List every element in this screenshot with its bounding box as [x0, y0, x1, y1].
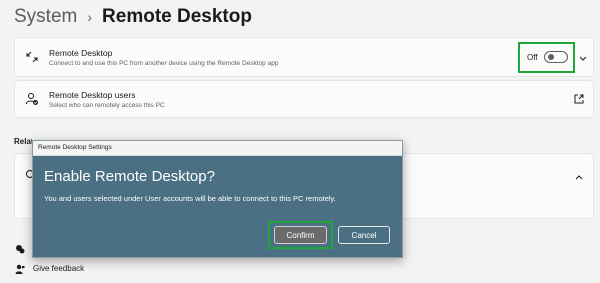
breadcrumb-system-link[interactable]: System	[14, 4, 77, 30]
remote-desktop-icon	[25, 50, 39, 64]
remote-desktop-toggle[interactable]	[544, 51, 568, 63]
remote-desktop-description: Connect to and use this PC from another …	[49, 60, 279, 67]
help-icon[interactable]	[15, 241, 25, 254]
dialog-message: You and users selected under User accoun…	[44, 194, 336, 203]
users-description: Select who can remotely access this PC	[49, 102, 165, 109]
give-feedback-link[interactable]: Give feedback	[33, 264, 84, 273]
cancel-button[interactable]: Cancel	[338, 226, 390, 244]
users-icon	[25, 92, 39, 106]
remote-desktop-users-card[interactable]: Remote Desktop users Select who can remo…	[14, 80, 594, 118]
dialog-window-title: Remote Desktop Settings	[38, 144, 112, 151]
breadcrumb-chevron-icon: ›	[87, 9, 93, 25]
dialog-titlebar[interactable]: Remote Desktop Settings	[33, 141, 402, 156]
users-title: Remote Desktop users	[49, 90, 136, 100]
page-title: Remote Desktop	[102, 6, 252, 27]
toggle-state-label: Off	[527, 53, 538, 62]
dialog-heading: Enable Remote Desktop?	[44, 168, 215, 185]
toggle-knob	[548, 54, 554, 60]
feedback-icon	[15, 262, 25, 274]
external-link-icon[interactable]	[573, 92, 585, 104]
related-heading: Related	[14, 137, 32, 146]
chevron-up-icon[interactable]	[573, 168, 585, 180]
remote-desktop-title: Remote Desktop	[49, 48, 113, 58]
chevron-down-icon[interactable]	[577, 51, 589, 61]
breadcrumb: System › Remote Desktop	[14, 4, 252, 30]
confirm-button[interactable]: Confirm	[274, 226, 327, 244]
remote-desktop-card[interactable]: Remote Desktop Connect to and use this P…	[14, 37, 594, 77]
